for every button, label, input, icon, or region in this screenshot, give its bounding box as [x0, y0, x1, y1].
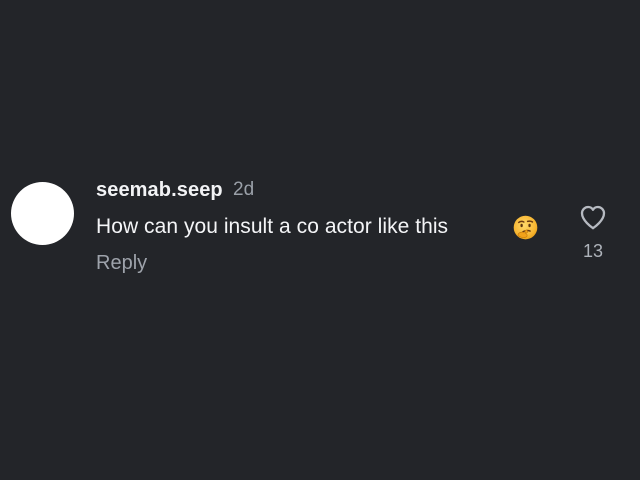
avatar[interactable]	[11, 182, 74, 245]
like-count: 13	[582, 241, 604, 261]
comment-timestamp: 2d	[233, 179, 255, 200]
comment-item: seemab.seep 2d How can you insult a co a…	[0, 0, 640, 480]
comments-screen: seemab.seep 2d How can you insult a co a…	[0, 0, 640, 480]
reply-button[interactable]: Reply	[96, 252, 147, 275]
heart-outline-icon[interactable]	[578, 203, 608, 231]
thinking-face-icon	[513, 215, 538, 240]
comment-username[interactable]: seemab.seep	[96, 179, 223, 202]
comment-text: How can you insult a co actor like this	[96, 215, 449, 238]
